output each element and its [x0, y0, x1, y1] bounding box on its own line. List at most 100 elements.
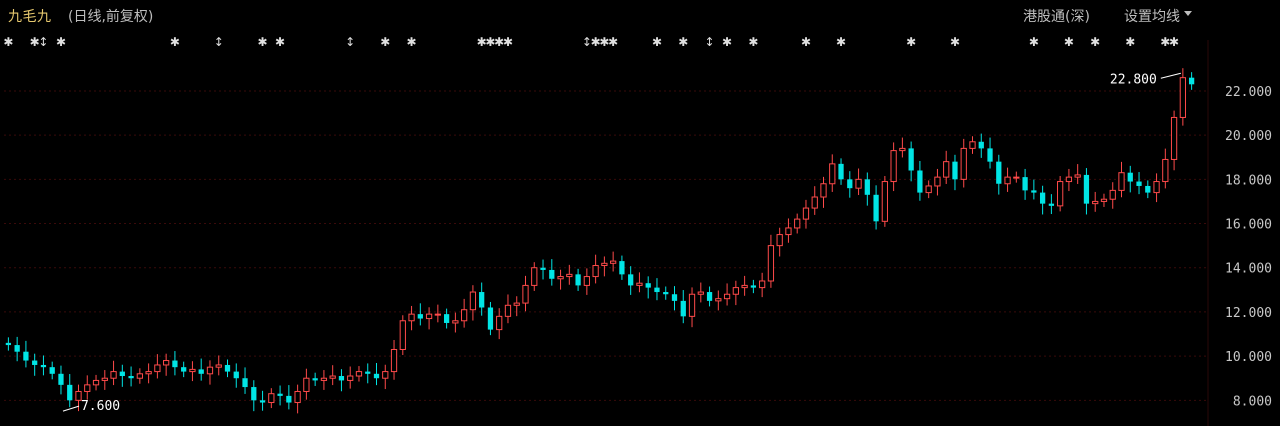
candle-body-down — [1039, 192, 1046, 204]
candle-body-down — [5, 342, 12, 346]
candle-body-up — [452, 320, 459, 324]
candles — [5, 68, 1195, 414]
candle-body-up — [1057, 181, 1064, 207]
event-marker: ✱ — [503, 35, 513, 49]
candle-body-up — [732, 287, 739, 295]
candle-body-up — [1065, 176, 1073, 183]
candle-body-up — [855, 178, 862, 189]
candle-body-up — [1074, 174, 1081, 178]
candle-body-down — [251, 387, 257, 401]
y-tick-label: 20.000 — [1225, 129, 1272, 144]
candle-body-down — [847, 179, 853, 189]
candle-body-up — [881, 181, 888, 222]
candle-body-up — [1004, 176, 1011, 185]
candle-body-down — [917, 170, 923, 193]
candle-body-up — [741, 284, 748, 289]
candle-body-up — [513, 302, 520, 306]
candle-body-down — [987, 148, 993, 162]
candle-body-down — [750, 285, 757, 288]
candle-body-down — [181, 367, 187, 372]
event-marker: ✱ — [407, 35, 417, 49]
candle-body-down — [479, 292, 485, 308]
event-marker: ✱ — [1029, 35, 1039, 49]
candle-body-up — [329, 375, 336, 379]
min-price-label: 7.600 — [81, 399, 120, 414]
y-tick-label: 8.000 — [1233, 394, 1272, 409]
event-marker: ✱ — [608, 35, 618, 49]
y-tick-label: 10.000 — [1225, 350, 1272, 365]
candle-body-down — [14, 345, 20, 352]
event-marker: ✱ — [652, 35, 662, 49]
event-marker: ↕ — [705, 35, 715, 49]
y-tick-label: 16.000 — [1225, 218, 1272, 233]
candle-body-down — [286, 395, 292, 403]
event-marker: ✱ — [906, 35, 916, 49]
y-tick-label: 18.000 — [1225, 173, 1272, 188]
candle-body-up — [960, 147, 967, 180]
event-marker: ✱ — [836, 35, 846, 49]
event-marker: ✱ — [1125, 35, 1135, 49]
event-marker: ✱ — [1064, 35, 1074, 49]
event-marker: ✱ — [1169, 35, 1179, 49]
candle-body-down — [908, 148, 914, 171]
y-tick-label: 14.000 — [1225, 262, 1272, 277]
event-markers: ✱ ✱↕ ✱ ✱ ↕ ✱ ✱ ↕ ✱ ✱ ✱✱✱✱ ↕✱✱✱ ✱ ✱ ↕ ✱ ✱ ✱ ✱ ✱ ✱ ✱ ✱ ✱ ✱ ✱✱ — [3, 35, 1179, 49]
candle-body-up — [820, 183, 827, 198]
event-marker: ✱ — [56, 35, 66, 49]
candle-body-down — [1048, 203, 1055, 206]
candle-body-up — [1162, 158, 1169, 183]
candle-body-up — [1013, 176, 1020, 179]
candle-body-down — [873, 194, 879, 222]
candle-body-up — [688, 293, 696, 317]
candle-body-up — [496, 315, 503, 331]
candle-body-up — [189, 368, 196, 373]
candle-body-up — [531, 267, 538, 286]
candlestick-chart[interactable]: ✱ ✱↕ ✱ ✱ ↕ ✱ ✱ ↕ ✱ ✱ ✱✱✱✱ ↕✱✱✱ ✱ ✱ ↕ ✱ ✱ ✱ ✱ ✱ ✱ ✱ ✱ ✱ ✱ ✱✱ 8.000… — [0, 0, 1280, 426]
event-marker: ↕ — [38, 35, 48, 49]
y-tick-label: 12.000 — [1225, 306, 1272, 321]
event-marker: ✱ — [678, 35, 688, 49]
candle-body-down — [417, 314, 423, 319]
candle-body-up — [504, 304, 512, 317]
candle-body-up — [811, 196, 818, 209]
candle-body-down — [654, 287, 660, 293]
candle-body-up — [101, 377, 108, 381]
candle-body-up — [1109, 189, 1116, 200]
grid-lines — [4, 90, 1208, 401]
candle-body-up — [1118, 172, 1125, 191]
candle-body-up — [399, 320, 406, 350]
candle-body-up — [794, 218, 801, 229]
candle-body-up — [776, 234, 783, 247]
candle-body-up — [355, 371, 363, 377]
candle-body-up — [601, 262, 608, 267]
event-marker: ✱ — [950, 35, 960, 49]
candle-body-up — [461, 309, 468, 322]
candle-body-up — [303, 377, 310, 392]
candle-body-up — [136, 373, 143, 379]
y-axis: 8.000 10.000 12.000 14.000 16.000 18.000 20.00… — [1207, 40, 1272, 426]
candle-body-up — [767, 245, 775, 282]
candle-body-up — [408, 313, 415, 322]
candle-body-down — [23, 351, 29, 361]
candle-body-down — [706, 292, 713, 301]
candle-body-down — [1188, 77, 1195, 85]
candle-body-down — [259, 400, 266, 403]
candle-body-down — [443, 314, 450, 323]
event-marker: ✱ — [170, 35, 180, 49]
candle-body-down — [671, 294, 678, 301]
candle-body-down — [1145, 185, 1151, 193]
candle-body-down — [549, 269, 555, 279]
event-marker: ✱ — [275, 35, 285, 49]
candle-body-up — [583, 276, 590, 286]
event-marker: ✱ — [801, 35, 811, 49]
candle-body-up — [899, 147, 906, 152]
candle-body-up — [92, 379, 100, 386]
candle-body-down — [172, 360, 178, 368]
candle-body-up — [697, 291, 704, 295]
candle-body-up — [294, 390, 301, 404]
candle-body-up — [566, 273, 573, 278]
candle-body-down — [663, 292, 669, 295]
candle-body-down — [978, 141, 984, 149]
event-marker: ✱ — [380, 35, 390, 49]
candle-body-up — [469, 291, 477, 311]
